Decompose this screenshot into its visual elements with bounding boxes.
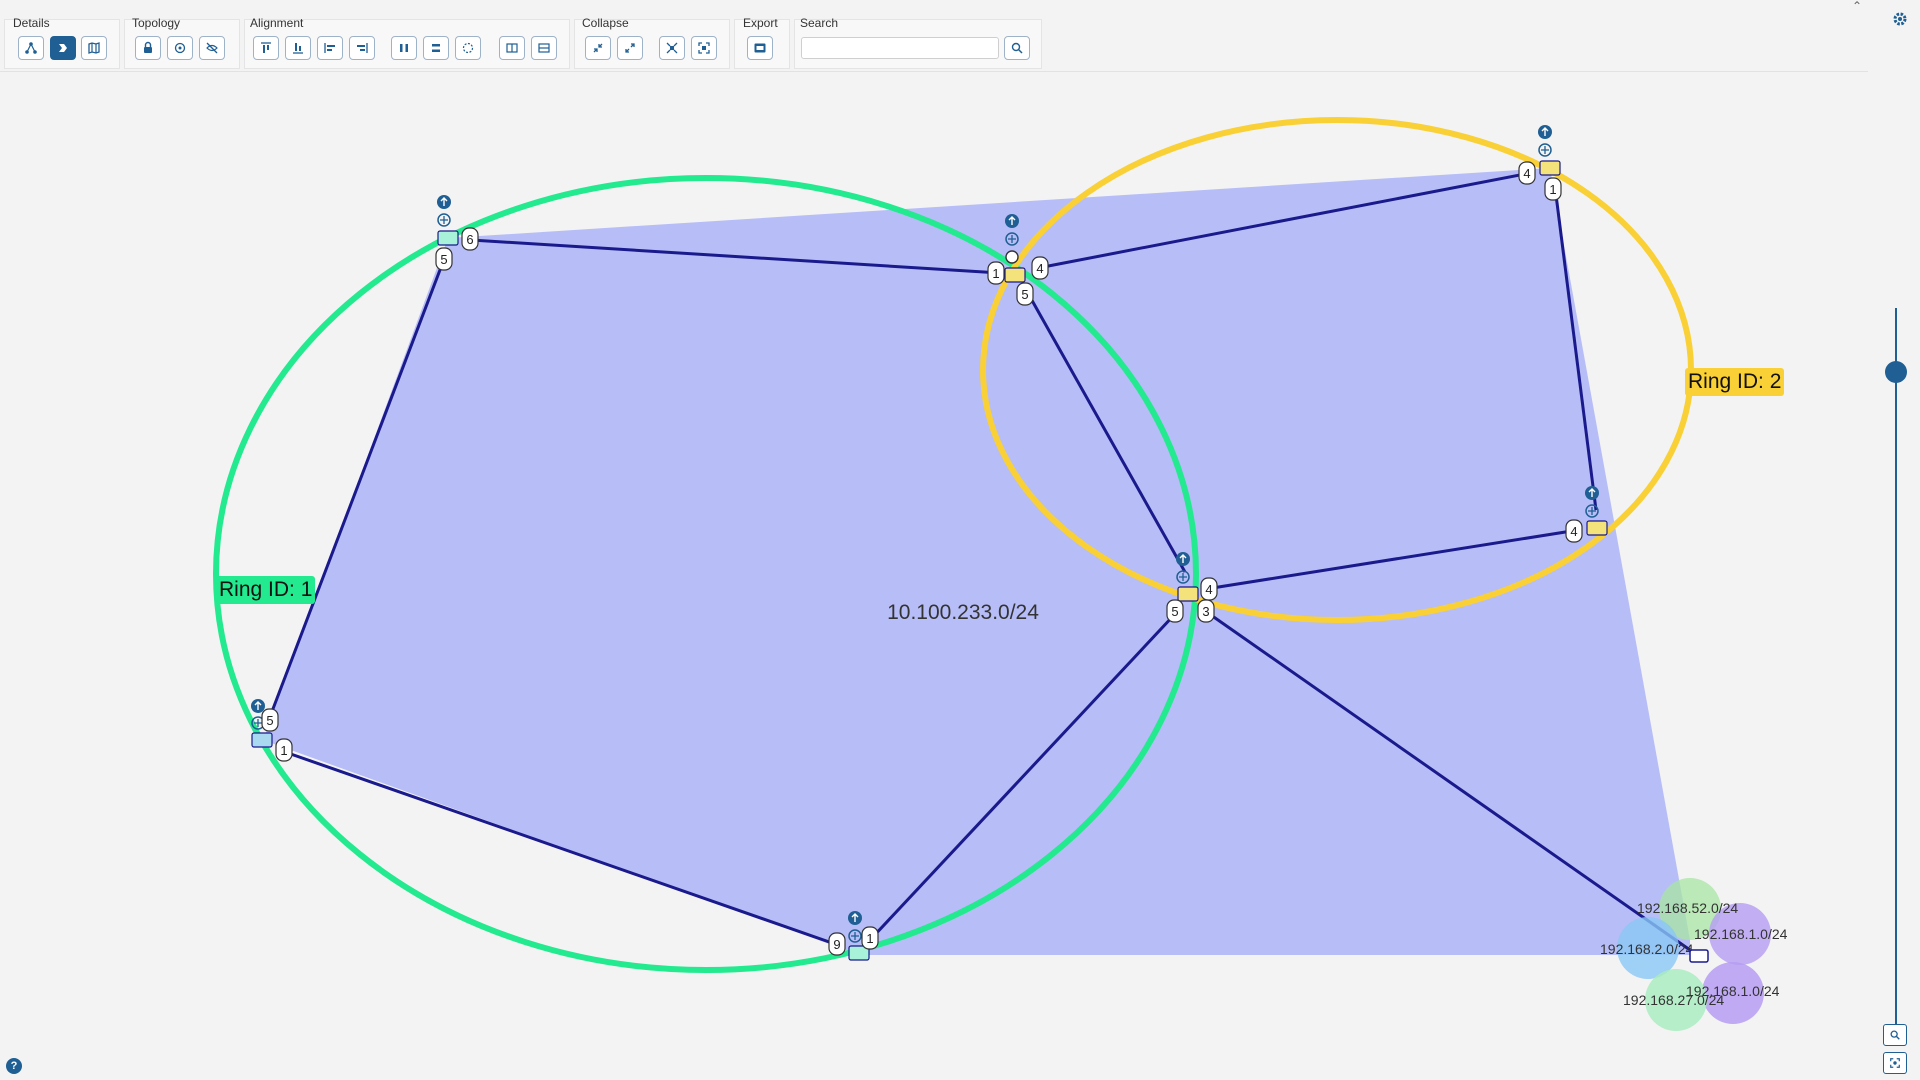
port-badge: 4 [1036, 261, 1043, 276]
port-badge: 4 [1570, 524, 1577, 539]
port-badge: 5 [266, 713, 273, 728]
gear-icon[interactable] [1891, 10, 1909, 28]
cluster-label: 192.168.52.0/24 [1637, 900, 1738, 916]
port-badge: 1 [866, 931, 873, 946]
network-icon[interactable] [1005, 250, 1019, 264]
switch-node[interactable] [1539, 160, 1561, 176]
port-badge: 1 [280, 743, 287, 758]
port-badge: 5 [1171, 604, 1178, 619]
switch-node[interactable] [1004, 267, 1026, 283]
port-badge: 5 [1021, 287, 1028, 302]
port-badge: 3 [1202, 604, 1209, 619]
subnet-label: 10.100.233.0/24 [887, 601, 1039, 624]
port-badge: 1 [1549, 182, 1556, 197]
fit-screen-button[interactable] [1883, 1052, 1907, 1074]
port-badge: 1 [992, 266, 999, 281]
fit-screen-icon [1890, 1058, 1900, 1068]
ring-2-label: Ring ID: 2 [1685, 368, 1785, 396]
port-badge: 9 [833, 937, 840, 952]
port-badge: 4 [1205, 582, 1212, 597]
ring-1-label: Ring ID: 1 [216, 576, 316, 604]
switch-node[interactable] [1586, 520, 1608, 536]
port-badge: 5 [440, 252, 447, 267]
zoom-icon [1890, 1030, 1900, 1040]
cluster-label: 192.168.1.0/24 [1694, 926, 1788, 942]
topology-canvas[interactable]: 10.100.233.0/24 192.168.52.0/24 192.168.… [0, 0, 1920, 1080]
port-badge: 6 [466, 232, 473, 247]
zoom-slider-track[interactable] [1895, 308, 1897, 1024]
zoom-button[interactable] [1883, 1024, 1907, 1046]
switch-node[interactable] [437, 230, 459, 246]
subnet-area[interactable] [263, 168, 1690, 955]
help-icon[interactable]: ? [6, 1058, 22, 1074]
cluster-switch[interactable] [1689, 949, 1709, 963]
switch-node[interactable] [1177, 586, 1199, 602]
cluster-label: 192.168.2.0/24 [1600, 941, 1694, 957]
cluster-label: 192.168.27.0/24 [1623, 992, 1724, 1008]
switch-node[interactable] [251, 732, 273, 748]
port-badge: 4 [1523, 166, 1530, 181]
